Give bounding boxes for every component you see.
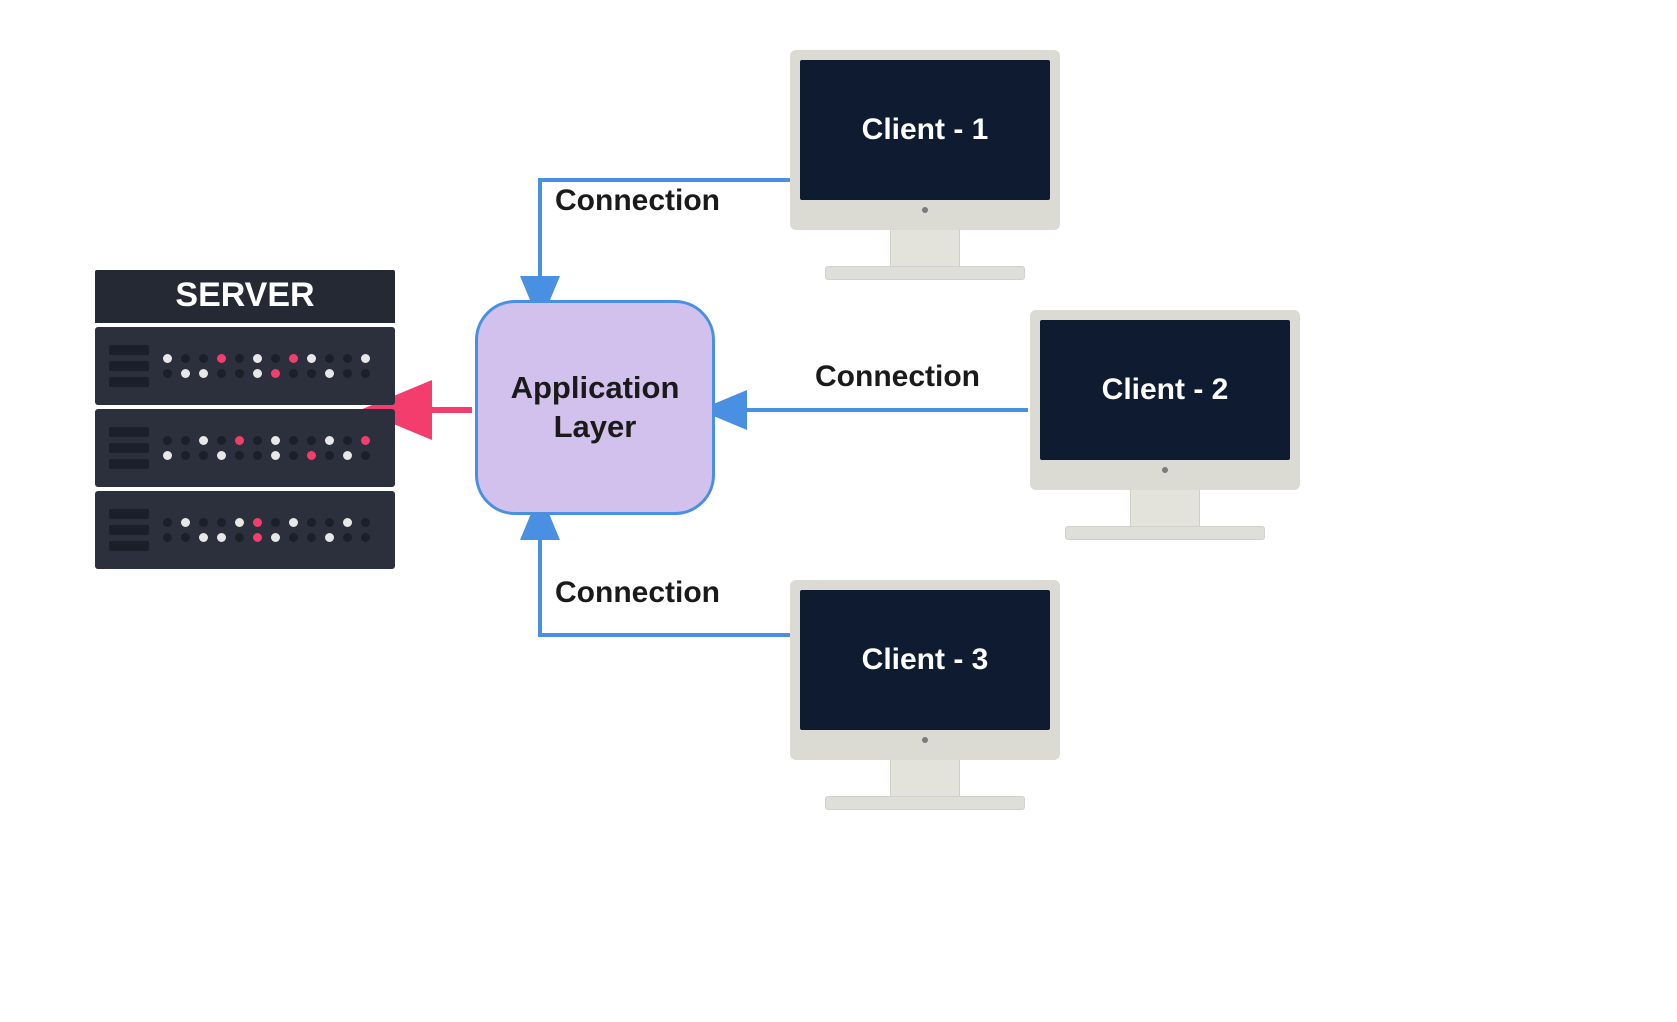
client-3-label: Client - 3 (862, 643, 989, 677)
rack-unit (95, 491, 395, 569)
application-layer-label: Application Layer (488, 369, 702, 447)
connection-label-2: Connection (815, 360, 980, 394)
server-label: SERVER (95, 270, 395, 323)
rack-unit (95, 409, 395, 487)
rack-unit (95, 327, 395, 405)
server-rack: SERVER (95, 270, 395, 569)
client-1-label: Client - 1 (862, 113, 989, 147)
client-3: Client - 3 (790, 580, 1060, 810)
monitor-icon: Client - 3 (790, 580, 1060, 760)
monitor-icon: Client - 1 (790, 50, 1060, 230)
client-2-label: Client - 2 (1102, 373, 1229, 407)
client-1: Client - 1 (790, 50, 1060, 280)
diagram-canvas: Connection Connection Connection SERVER (0, 0, 1677, 1022)
application-layer-node: Application Layer (475, 300, 715, 515)
monitor-icon: Client - 2 (1030, 310, 1300, 490)
connection-label-1: Connection (555, 184, 720, 218)
connection-label-3: Connection (555, 576, 720, 610)
client-2: Client - 2 (1030, 310, 1300, 540)
